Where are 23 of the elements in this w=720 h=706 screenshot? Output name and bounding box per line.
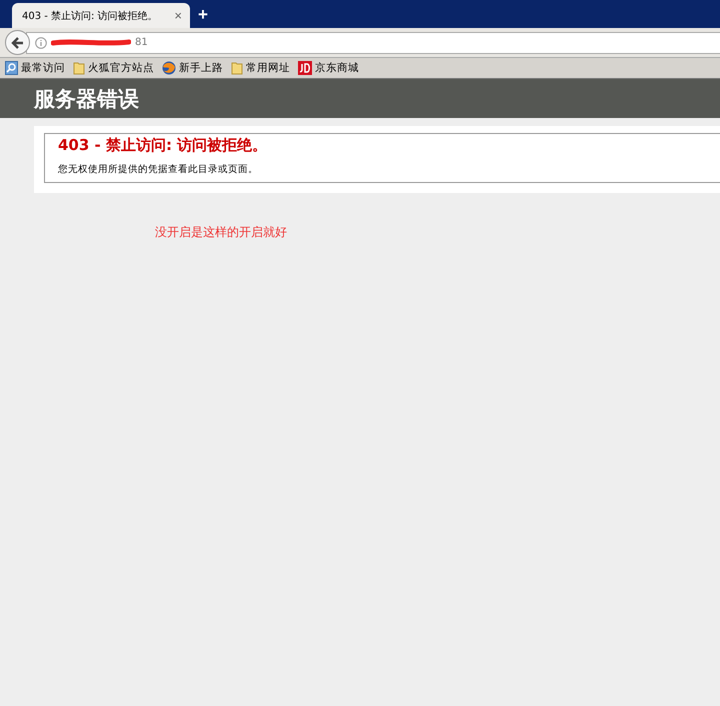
- error-title: 403 - 禁止访问: 访问被拒绝。: [58, 136, 268, 155]
- browser-tab[interactable]: 403 - 禁止访问: 访问被拒绝。 ×: [12, 3, 190, 28]
- folder-icon: [73, 61, 85, 75]
- new-tab-button[interactable]: +: [198, 5, 208, 28]
- url-text: 81: [135, 37, 148, 48]
- bookmark-item[interactable]: 京东商城: [298, 61, 359, 75]
- search-icon: [5, 61, 18, 75]
- globe-icon: [162, 61, 176, 75]
- bookmark-item[interactable]: 常用网址: [231, 61, 290, 75]
- back-button[interactable]: [5, 30, 30, 55]
- info-icon: [35, 36, 47, 48]
- back-arrow-icon: [11, 36, 24, 48]
- bookmark-item[interactable]: 最常访问: [5, 61, 65, 75]
- bookmark-item[interactable]: 新手上路: [162, 61, 223, 75]
- bookmark-item[interactable]: 火狐官方站点: [73, 61, 154, 75]
- folder-icon: [231, 61, 243, 75]
- tab-title: 403 - 禁止访问: 访问被拒绝。: [22, 10, 159, 22]
- annotation-text: 没开启是这样的开启就好: [155, 224, 288, 241]
- address-field[interactable]: 81: [26, 32, 720, 54]
- logo-icon: [298, 61, 312, 75]
- error-message: 您无权使用所提供的凭据查看此目录或页面。: [58, 163, 259, 176]
- header-title: 服务器错误: [34, 86, 139, 112]
- close-button[interactable]: ×: [174, 8, 182, 23]
